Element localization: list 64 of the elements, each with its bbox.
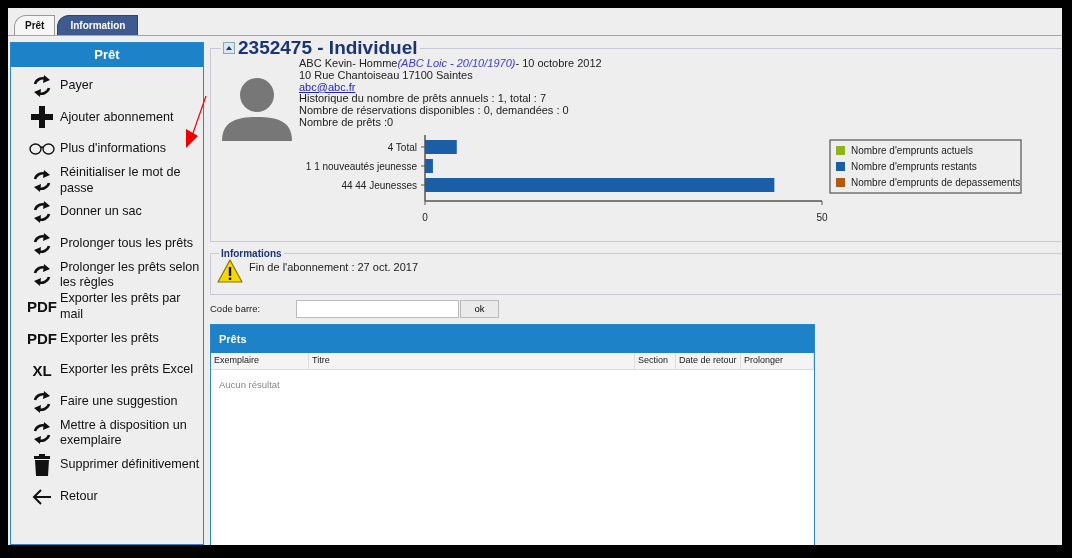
tab[interactable]: Prêt (14, 15, 56, 35)
empty-message: Aucun résultat (218, 378, 281, 392)
patron-stat: Historique du nombre de prêts annuels : 1, total : 7 (299, 93, 548, 106)
sidebar-header: Prêt (11, 43, 203, 67)
tab[interactable]: Information (57, 15, 139, 35)
sidebar-item[interactable]: Réinitialiser le mot de passe (11, 164, 203, 197)
file-type-icon: PDF (27, 331, 57, 347)
collapse-button[interactable] (223, 42, 235, 54)
refresh-icon (32, 422, 52, 445)
section-title: Informations (220, 247, 283, 261)
sidebar-item[interactable]: Retour (11, 480, 203, 513)
patron-name: ABC Kevin- Homme(ABC Loic - 20/10/1970)- 10 octobre 2012 (299, 58, 603, 70)
bar (425, 158, 433, 173)
chart-y-axis (420, 134, 426, 202)
column-header[interactable]: Titre (309, 353, 635, 369)
avatar-icon (222, 77, 292, 141)
patron-stat: Nombre de réservations disponibles : 0, demandées : 0 (299, 105, 570, 117)
column-header[interactable]: Section (635, 353, 676, 369)
sidebar-item[interactable]: XL Exporter les prêts Excel (11, 354, 203, 386)
patron-title: 2352475 - Individuel (238, 38, 418, 58)
sidebar-item[interactable]: Prolonger tous les prêts (11, 227, 203, 260)
refresh-icon (32, 232, 52, 255)
ok-button[interactable]: ok (460, 300, 499, 318)
category-label: 4 Total (387, 141, 417, 153)
column-header[interactable]: Prolonger (741, 353, 814, 369)
file-type-icon: PDF (27, 299, 57, 315)
field-label: Code barre: (210, 301, 262, 316)
axis-tick-label: 0 (422, 211, 428, 223)
legend-label: Nombre d'emprunts restants (851, 160, 977, 172)
sidebar-item[interactable]: Ajouter abonnement (11, 101, 203, 134)
email-link[interactable]: abc@abc.fr (299, 81, 356, 94)
back-arrow-icon (32, 488, 52, 505)
glasses-icon (29, 143, 55, 155)
sidebar-item[interactable]: Faire une suggestion (11, 385, 203, 418)
caret-up-icon (226, 46, 232, 50)
trash-icon (34, 453, 50, 476)
sidebar-item[interactable]: Mettre à disposition un exemplaire (11, 417, 203, 450)
refresh-icon (32, 74, 52, 97)
sidebar-item[interactable]: Prolonger les prêts selon les règles (11, 259, 203, 292)
info-message: Fin de l'abonnement : 27 oct. 2017 (249, 260, 419, 275)
warning-icon (217, 259, 243, 283)
refresh-icon (32, 264, 52, 287)
refresh-icon (32, 390, 52, 413)
category-label: 1 1 nouveautés jeunesse (305, 160, 417, 172)
sidebar-item[interactable]: Donner un sac (11, 196, 203, 228)
column-header[interactable]: Exemplaire (211, 353, 309, 369)
file-type-icon: XL (32, 362, 52, 378)
sidebar-item[interactable]: Supprimer définitivement (11, 449, 203, 481)
plus-icon (31, 106, 53, 129)
column-header[interactable]: Date de retour (676, 353, 741, 369)
refresh-icon (32, 201, 52, 224)
table-title: Prêts (211, 325, 814, 353)
barcode-field[interactable] (296, 300, 459, 318)
bar (425, 139, 457, 154)
sidebar-item[interactable]: Plus d'informations (11, 133, 203, 165)
patron-address: 10 Rue Chantoiseau 17100 Saintes (299, 69, 473, 82)
refresh-icon (32, 169, 52, 192)
category-label: 44 44 Jeunesses (341, 179, 417, 191)
axis-tick-label: 50 (816, 211, 828, 223)
legend-label: Nombre d'emprunts de depassements (851, 176, 1021, 188)
legend-label: Nombre d'emprunts actuels (851, 144, 973, 156)
patron-stat: Nombre de prêts :0 (299, 117, 395, 129)
sidebar-item[interactable]: PDF Exporter les prêts (11, 322, 203, 355)
sidebar-item[interactable]: Payer (11, 70, 203, 102)
